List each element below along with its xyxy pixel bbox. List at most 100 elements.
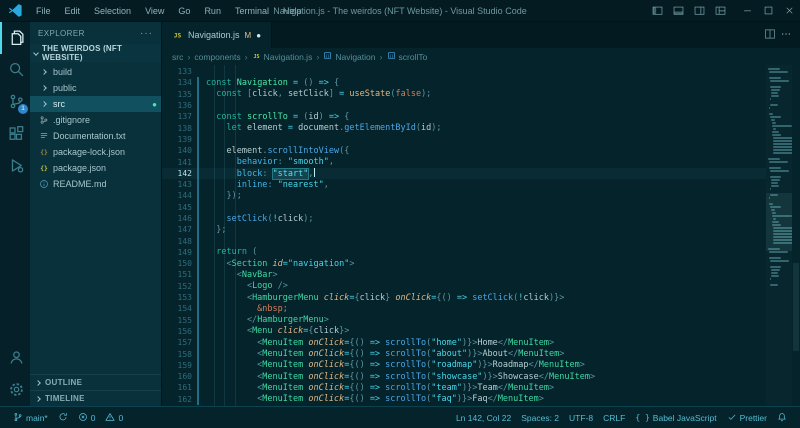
panel-timeline[interactable]: TIMELINE: [30, 390, 161, 406]
breadcrumb-separator: ›: [316, 52, 319, 62]
breadcrumb-components[interactable]: components: [194, 52, 240, 62]
tree-item-src[interactable]: src ●: [30, 96, 161, 112]
activity-bar-explorer[interactable]: [0, 22, 30, 54]
activity-bar-extensions[interactable]: [0, 118, 30, 150]
line-number: 143: [162, 180, 192, 189]
code-line: 138 let element = document.getElementByI…: [162, 122, 766, 133]
line-number: 159: [162, 361, 192, 370]
menu-run[interactable]: Run: [197, 0, 228, 22]
menu-help[interactable]: Help: [276, 0, 309, 22]
activity-bar-search[interactable]: [0, 54, 30, 86]
project-section-header[interactable]: THE WEIRDOS (NFT WEBSITE): [30, 44, 161, 62]
status-warnings[interactable]: 0: [100, 407, 128, 428]
breadcrumb-separator: ›: [245, 52, 248, 62]
dirty-indicator[interactable]: ●: [256, 31, 261, 40]
code-line: 145: [162, 202, 766, 213]
menu-edit[interactable]: Edit: [58, 0, 88, 22]
explorer-sidebar: EXPLORER ··· THE WEIRDOS (NFT WEBSITE) b…: [30, 22, 162, 406]
activity-bar-run-debug[interactable]: [0, 150, 30, 182]
more-actions-icon[interactable]: ···: [140, 28, 153, 39]
close-button[interactable]: [779, 0, 800, 22]
status-cursor-position[interactable]: Ln 142, Col 22: [451, 407, 516, 428]
minimize-button[interactable]: [737, 0, 758, 22]
git-status-badge: M: [245, 31, 252, 40]
tree-item-package-json[interactable]: {}package.json: [30, 160, 161, 176]
code-line: 140 element.scrollIntoView({: [162, 145, 766, 156]
code-line: 153 <HamburgerMenu click={click} onClick…: [162, 292, 766, 303]
svg-text:{}: {}: [389, 54, 393, 58]
line-number: 136: [162, 101, 192, 110]
status-prettier[interactable]: Prettier: [722, 407, 772, 428]
layout-panel-icon[interactable]: [668, 0, 689, 22]
settings-gear-icon: [8, 381, 25, 400]
code-line: 143 inline: "nearest",: [162, 179, 766, 190]
layout-sidebar-left-icon[interactable]: [647, 0, 668, 22]
check-icon: [727, 412, 737, 424]
code-line: 134const Navigation = () => {: [162, 77, 766, 88]
status-encoding[interactable]: UTF-8: [564, 407, 598, 428]
line-number: 133: [162, 67, 192, 76]
breadcrumb-scrollto[interactable]: {}scrollTo: [387, 51, 428, 62]
code-line: 161 <MenuItem onClick={() => scrollTo("t…: [162, 382, 766, 393]
status-indentation[interactable]: Spaces: 2: [516, 407, 564, 428]
vertical-scrollbar[interactable]: [792, 65, 800, 406]
maximize-button[interactable]: [758, 0, 779, 22]
explorer-header: EXPLORER ···: [30, 22, 161, 44]
breadcrumb-src[interactable]: src: [172, 52, 183, 62]
tree-item-documentation-txt[interactable]: Documentation.txt: [30, 128, 161, 144]
menu-go[interactable]: Go: [171, 0, 197, 22]
line-number: 154: [162, 304, 192, 313]
symbol-icon: {}: [387, 51, 396, 62]
line-number: 153: [162, 293, 192, 302]
line-number: 149: [162, 248, 192, 257]
tree-item-build[interactable]: build: [30, 64, 161, 80]
line-number: 134: [162, 78, 192, 87]
json-icon: {}: [38, 163, 49, 174]
menu-selection[interactable]: Selection: [87, 0, 138, 22]
split-editor-icon[interactable]: [764, 28, 776, 42]
line-number: 150: [162, 259, 192, 268]
activity-bar-source-control[interactable]: 1: [0, 86, 30, 118]
tab-bar: JS Navigation.js M ●: [162, 22, 800, 48]
layout-sidebar-right-icon[interactable]: [689, 0, 710, 22]
status-sync[interactable]: [53, 407, 73, 428]
explorer-title: EXPLORER: [38, 29, 85, 38]
code-line: 136: [162, 100, 766, 111]
tree-item-label: src: [53, 99, 65, 109]
menu-terminal[interactable]: Terminal: [228, 0, 276, 22]
folder-modified-dot: ●: [152, 100, 157, 109]
minimap[interactable]: [766, 65, 792, 406]
status-errors[interactable]: 0: [73, 407, 101, 428]
code-lines: 133134const Navigation = () => {135 cons…: [162, 65, 766, 406]
tree-item-package-lock-json[interactable]: {}package-lock.json: [30, 144, 161, 160]
code-editor[interactable]: 133134const Navigation = () => {135 cons…: [162, 65, 800, 406]
editor-more-actions-icon[interactable]: [780, 28, 792, 42]
customize-layout-icon[interactable]: [710, 0, 731, 22]
breadcrumb-navigation[interactable]: {}Navigation: [323, 51, 375, 62]
tree-item-label: README.md: [53, 179, 107, 189]
code-line: 155 </HamburgerMenu>: [162, 315, 766, 326]
activity-bar-accounts[interactable]: [0, 342, 30, 374]
breadcrumb-navigation-js[interactable]: JSNavigation.js: [252, 51, 313, 62]
status-notifications[interactable]: [772, 407, 792, 428]
tree-item-readme-md[interactable]: README.md: [30, 176, 161, 192]
breadcrumb: src›components›JSNavigation.js›{}Navigat…: [162, 48, 800, 65]
line-number: 147: [162, 225, 192, 234]
tab-navigation-js[interactable]: JS Navigation.js M ●: [162, 22, 272, 48]
sync-icon: [58, 412, 68, 424]
activity-bar-settings[interactable]: [0, 374, 30, 406]
menu-view[interactable]: View: [138, 0, 171, 22]
code-line: 157 <MenuItem onClick={() => scrollTo("h…: [162, 337, 766, 348]
status-branch[interactable]: main*: [8, 407, 53, 428]
menu-file[interactable]: File: [29, 0, 58, 22]
activity-bar: 1: [0, 22, 30, 406]
tree-item-public[interactable]: public: [30, 80, 161, 96]
tree-item--gitignore[interactable]: .gitignore: [30, 112, 161, 128]
panel-outline[interactable]: OUTLINE: [30, 374, 161, 390]
status-language-mode[interactable]: { }Babel JavaScript: [630, 407, 721, 428]
file-tree: buildpublic src ● .gitignoreDocumentation.t…: [30, 62, 161, 374]
minimap-slider[interactable]: [766, 193, 792, 251]
code-line: 150 <Section id="navigation">: [162, 258, 766, 269]
status-eol[interactable]: CRLF: [598, 407, 630, 428]
line-number: 135: [162, 90, 192, 99]
